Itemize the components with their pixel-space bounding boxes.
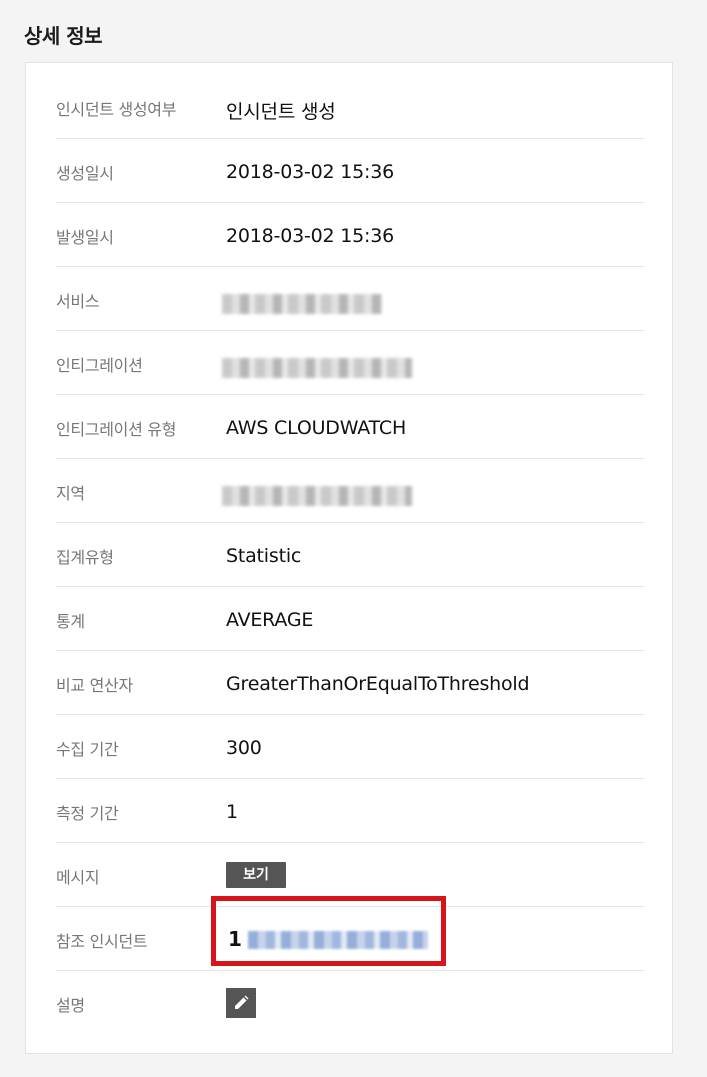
detail-row-description: 설명: [56, 971, 644, 1035]
redacted-value: [222, 294, 382, 314]
detail-label: 생성일시: [56, 164, 114, 183]
detail-row-region: 지역: [56, 459, 644, 523]
redacted-value: [222, 486, 412, 506]
view-message-button[interactable]: 보기: [226, 862, 286, 888]
section-title: 상세 정보: [24, 24, 103, 48]
edit-description-button[interactable]: [226, 988, 256, 1018]
detail-row-collection-period: 수집 기간 300: [56, 715, 644, 779]
detail-row-measurement-period: 측정 기간 1: [56, 779, 644, 843]
detail-label: 참조 인시던트: [56, 932, 148, 951]
detail-value: GreaterThanOrEqualToThreshold: [226, 673, 530, 695]
pencil-icon: [235, 995, 249, 1009]
detail-value: AWS CLOUDWATCH: [226, 417, 407, 439]
detail-row-integration: 인티그레이션: [56, 331, 644, 395]
detail-value: 1: [226, 801, 238, 823]
redacted-value: [222, 358, 412, 378]
detail-card: 인시던트 생성여부 인시던트 생성 생성일시 2018-03-02 15:36 …: [25, 62, 673, 1054]
detail-label: 수집 기간: [56, 740, 119, 759]
detail-label: 집계유형: [56, 548, 114, 567]
detail-label: 비교 연산자: [56, 676, 133, 695]
detail-label: 인티그레이션 유형: [56, 420, 177, 439]
detail-label: 인티그레이션: [56, 356, 143, 375]
detail-row-service: 서비스: [56, 267, 644, 331]
detail-row-occurred-at: 발생일시 2018-03-02 15:36: [56, 203, 644, 267]
detail-row-aggregation-type: 집계유형 Statistic: [56, 523, 644, 587]
detail-label: 인시던트 생성여부: [56, 100, 177, 119]
detail-list: 인시던트 생성여부 인시던트 생성 생성일시 2018-03-02 15:36 …: [56, 75, 644, 1035]
detail-value: 2018-03-02 15:36: [226, 161, 395, 183]
detail-row-comparison-operator: 비교 연산자 GreaterThanOrEqualToThreshold: [56, 651, 644, 715]
detail-row-statistic: 통계 AVERAGE: [56, 587, 644, 651]
detail-value: Statistic: [226, 545, 302, 567]
detail-label: 메시지: [56, 868, 100, 887]
detail-label: 설명: [56, 996, 85, 1015]
detail-label: 발생일시: [56, 228, 114, 247]
detail-label: 측정 기간: [56, 804, 119, 823]
detail-label: 지역: [56, 484, 85, 503]
detail-row-created-at: 생성일시 2018-03-02 15:36: [56, 139, 644, 203]
detail-value: AVERAGE: [226, 609, 314, 631]
detail-value: 300: [226, 737, 262, 759]
detail-row-incident-created: 인시던트 생성여부 인시던트 생성: [56, 75, 644, 139]
highlight-box: [211, 896, 446, 966]
detail-label: 서비스: [56, 292, 100, 311]
detail-value: 2018-03-02 15:36: [226, 225, 395, 247]
detail-row-reference-incident: 참조 인시던트 1: [56, 896, 644, 971]
detail-value: 인시던트 생성: [226, 101, 336, 123]
detail-label: 통계: [56, 612, 85, 631]
detail-row-integration-type: 인티그레이션 유형 AWS CLOUDWATCH: [56, 395, 644, 459]
